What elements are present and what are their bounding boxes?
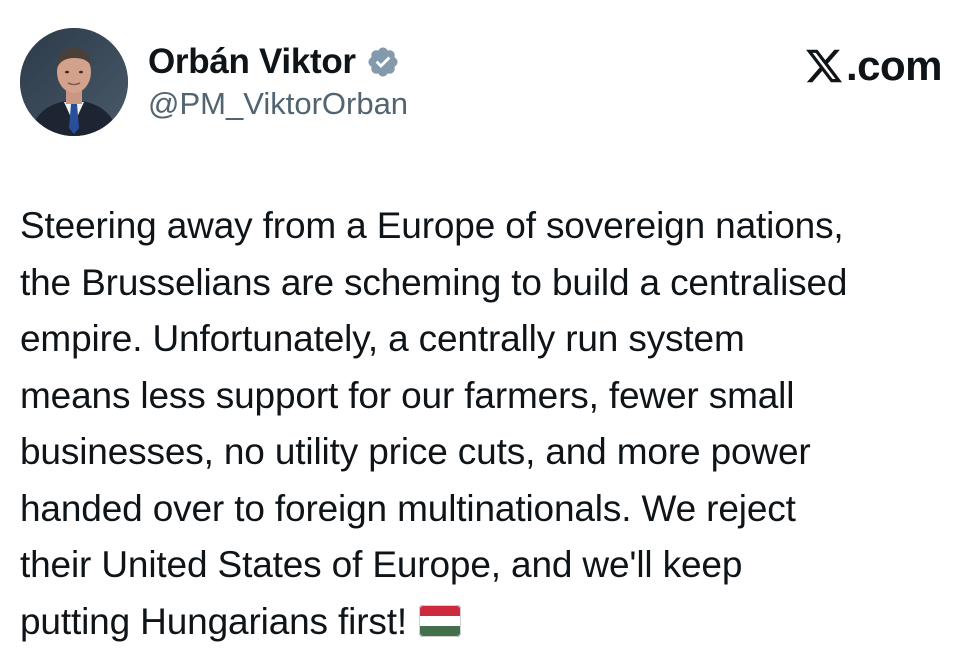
brand-text: .com bbox=[845, 42, 943, 89]
post-text-line: means less support for our farmers, fewe… bbox=[20, 374, 795, 416]
verified-badge-icon bbox=[366, 45, 400, 79]
post-text: Steering away from a Europe of sovereign… bbox=[20, 198, 950, 650]
x-logo-icon bbox=[804, 46, 844, 86]
post-text-line: the Brusselians are scheming to build a … bbox=[20, 261, 848, 303]
avatar-portrait bbox=[20, 28, 128, 136]
name-row: Orbán Viktor bbox=[148, 40, 400, 84]
user-handle[interactable]: @PM_ViktorOrban bbox=[148, 86, 408, 122]
post-text-line: putting Hungarians first! bbox=[20, 600, 408, 642]
post-text-last-line: putting Hungarians first! bbox=[20, 594, 950, 651]
post-text-line: Steering away from a Europe of sovereign… bbox=[20, 205, 844, 246]
post-card: Orbán Viktor @PM_ViktorOrban .com Steeri… bbox=[0, 0, 960, 642]
display-name[interactable]: Orbán Viktor bbox=[148, 42, 356, 82]
brand-watermark: .com bbox=[804, 42, 943, 90]
post-text-line: empire. Unfortunately, a centrally run s… bbox=[20, 318, 745, 359]
hungary-flag-icon bbox=[419, 597, 462, 637]
post-text-line: businesses, no utility price cuts, and m… bbox=[20, 431, 811, 472]
avatar[interactable] bbox=[20, 28, 128, 136]
post-text-line: their United States of Europe, and we'll… bbox=[20, 544, 743, 585]
post-text-line: handed over to foreign multinationals. W… bbox=[20, 487, 796, 529]
